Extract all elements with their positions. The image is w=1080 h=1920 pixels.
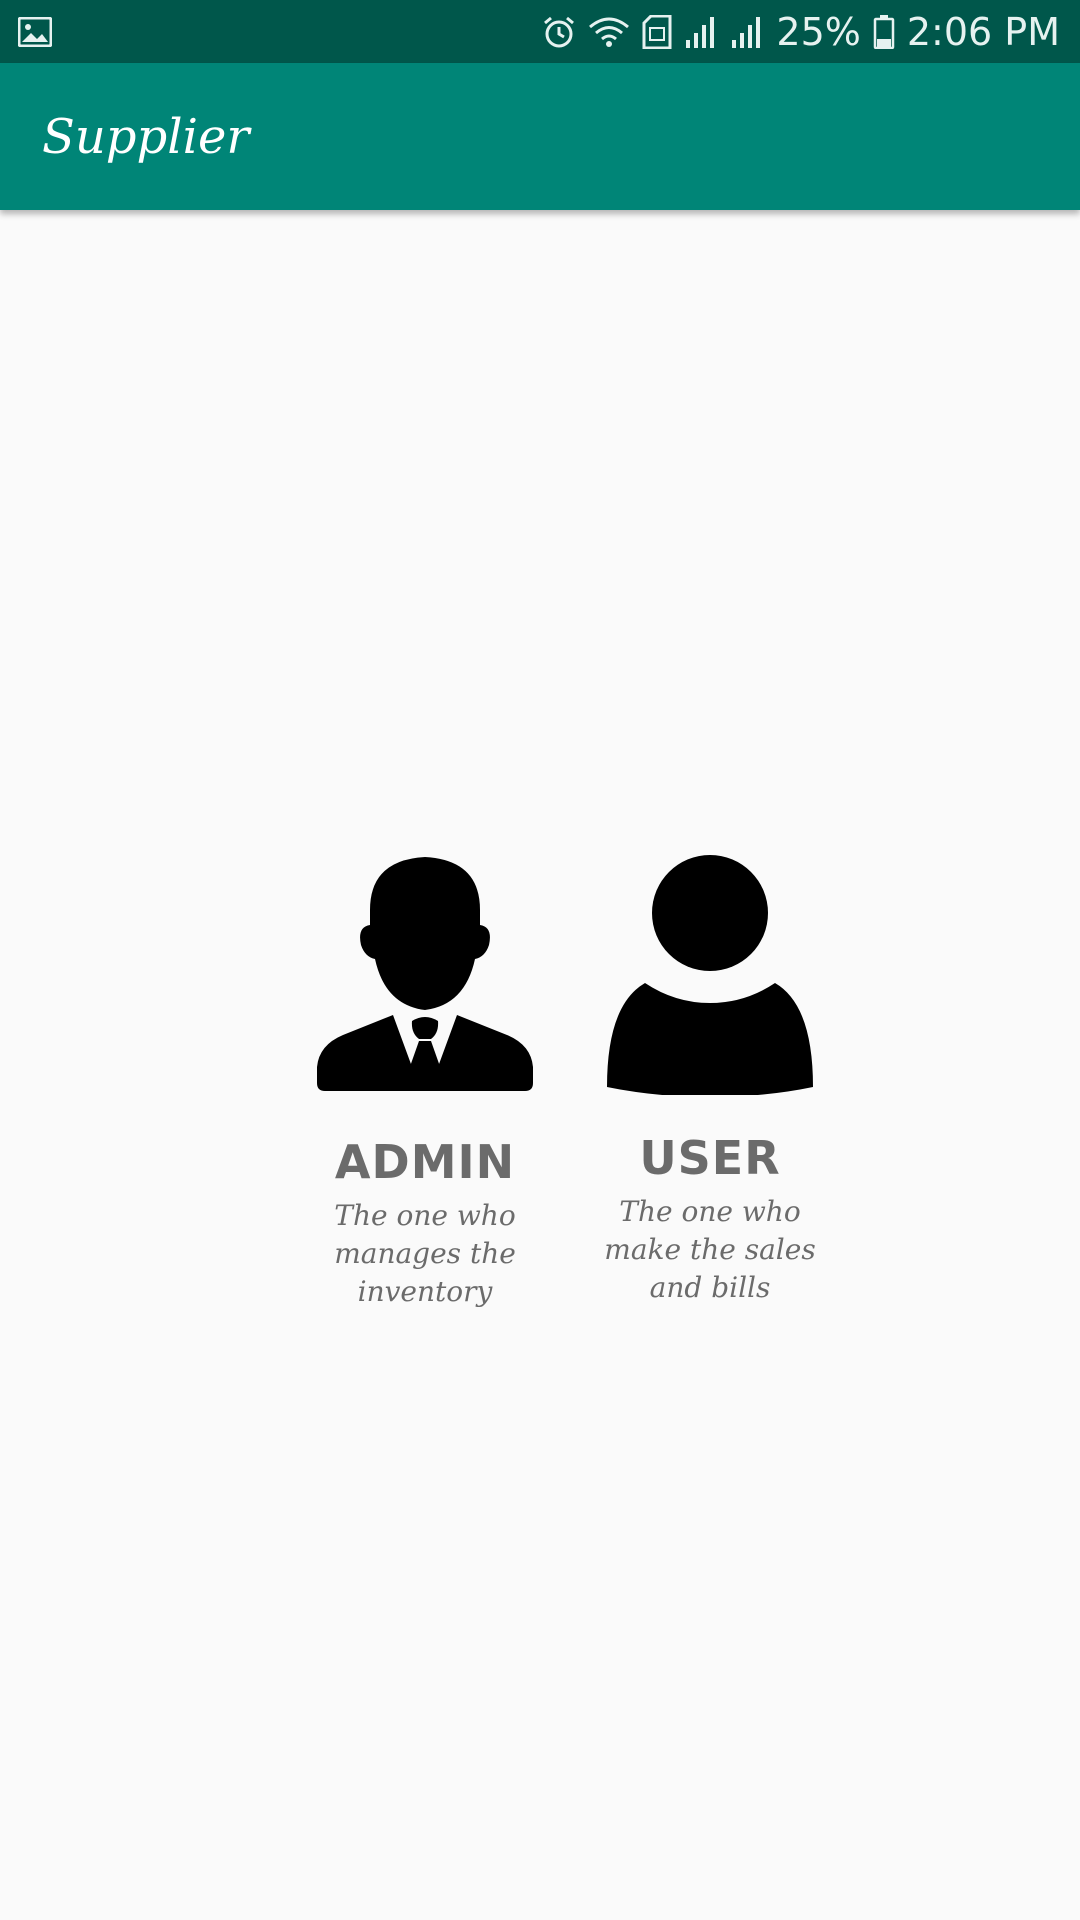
- wifi-icon: [589, 17, 630, 47]
- signal-icon: [686, 16, 715, 48]
- app-title: Supplier: [42, 108, 250, 165]
- signal-icon: [732, 16, 761, 48]
- status-bar: 25% 2:06 PM: [0, 0, 1080, 63]
- app-bar: Supplier: [0, 63, 1080, 210]
- status-left: [18, 16, 52, 47]
- person-icon[interactable]: [605, 855, 815, 1095]
- battery-icon: [873, 14, 895, 49]
- alarm-icon: [544, 16, 575, 47]
- user-role-option[interactable]: USER The one who make the sales and bill…: [590, 855, 830, 1307]
- user-title: USER: [639, 1131, 781, 1185]
- admin-title: ADMIN: [334, 1135, 516, 1189]
- role-selection: ADMIN The one who manages the inventory …: [0, 210, 1080, 1920]
- battery-percent: 25%: [776, 9, 861, 54]
- gallery-icon: [18, 16, 52, 47]
- status-time: 2:06 PM: [906, 9, 1060, 54]
- admin-description: The one who manages the inventory: [334, 1199, 516, 1308]
- sim-icon: [642, 14, 672, 49]
- user-description: The one who make the sales and bills: [604, 1195, 816, 1304]
- admin-role-option[interactable]: ADMIN The one who manages the inventory: [275, 855, 575, 1311]
- status-right: 25% 2:06 PM: [542, 10, 1060, 54]
- businessman-icon[interactable]: [315, 855, 535, 1095]
